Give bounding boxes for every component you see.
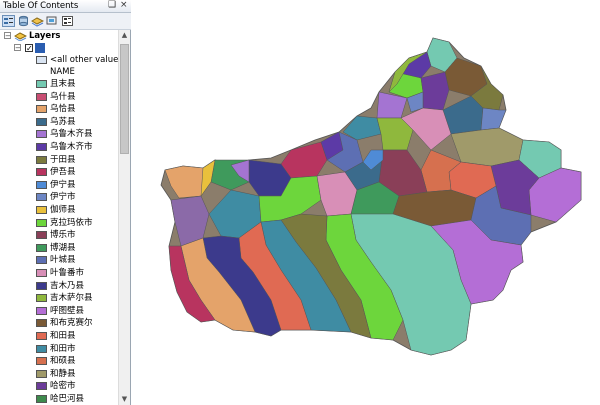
legend-label: 和硕县	[50, 356, 76, 367]
legend-label: 和布克赛尔	[50, 318, 93, 329]
legend-swatch[interactable]	[36, 105, 47, 114]
legend-label: 乌恰县	[50, 104, 76, 115]
list-by-drawing-order-icon[interactable]	[2, 15, 15, 27]
list-by-source-icon[interactable]	[17, 15, 30, 27]
collapse-icon[interactable]: −	[14, 44, 21, 52]
scroll-down-arrow-icon[interactable]: ▼	[120, 395, 129, 404]
legend-label: 乌什县	[50, 91, 76, 102]
legend-label: 和静县	[50, 368, 76, 379]
field-name: NAME	[50, 67, 75, 77]
legend-label: 哈密市	[50, 381, 76, 392]
toc-title-bar: Table Of Contents ❑ ×	[0, 0, 131, 13]
other-values-label: <all other values>	[50, 55, 118, 65]
legend-swatch[interactable]	[36, 130, 47, 139]
legend-label: 叶鲁番市	[50, 268, 85, 278]
legend-swatch[interactable]	[36, 369, 47, 378]
vertical-scrollbar[interactable]: ▲ ▼	[118, 30, 130, 405]
legend-swatch[interactable]	[36, 344, 47, 353]
layer-name[interactable]	[35, 43, 45, 53]
scroll-up-arrow-icon[interactable]: ▲	[120, 31, 129, 40]
legend-swatch[interactable]	[36, 281, 47, 290]
collapse-icon[interactable]: −	[4, 32, 11, 40]
legend-label: 吉木萨尔县	[50, 293, 93, 304]
legend-label: 和田市	[50, 343, 76, 354]
legend-label: 博乐市	[50, 230, 76, 241]
table-of-contents-panel: Table Of Contents ❑ × − Layers − ✓ <all …	[0, 0, 131, 405]
legend-label: 克拉玛依市	[50, 217, 93, 228]
legend-label: 博湖县	[50, 242, 76, 253]
legend-swatch[interactable]	[36, 117, 47, 126]
legend-swatch[interactable]	[36, 180, 47, 189]
legend-label: 哈巴河县	[50, 394, 85, 404]
legend-label: 呼图壁县	[50, 305, 85, 316]
county-region[interactable]	[450, 127, 524, 167]
other-values-swatch[interactable]	[36, 56, 47, 64]
legend-swatch[interactable]	[36, 206, 47, 214]
legend-swatch[interactable]	[36, 306, 47, 315]
scroll-thumb[interactable]	[120, 44, 129, 154]
county-region[interactable]	[480, 107, 507, 131]
layer-visibility-checkbox[interactable]: ✓	[25, 44, 33, 53]
legend-label: 乌鲁木齐县	[50, 129, 93, 140]
legend-swatch[interactable]	[36, 332, 47, 340]
layers-icon	[14, 32, 27, 41]
legend-swatch[interactable]	[36, 231, 47, 240]
legend-label: 且末县	[50, 79, 76, 89]
toc-toolbar	[0, 13, 131, 30]
legend-label: 伊宁县	[50, 179, 76, 190]
legend-swatch[interactable]	[36, 168, 47, 177]
legend-swatch[interactable]	[36, 243, 47, 252]
map-view[interactable]	[131, 0, 600, 405]
county-region[interactable]	[420, 71, 450, 111]
legend-label: 伽师县	[50, 205, 76, 215]
layer-tree: − Layers − ✓ <all other values> NAME 且末县…	[0, 30, 118, 405]
pin-icon[interactable]: ❑	[108, 0, 116, 10]
legend-label: 伊宁市	[50, 192, 76, 203]
legend-swatch[interactable]	[36, 256, 47, 265]
legend-label: 于田县	[50, 154, 76, 165]
legend-swatch[interactable]	[36, 193, 47, 202]
legend-swatch[interactable]	[36, 294, 47, 303]
legend-swatch[interactable]	[36, 395, 47, 403]
xinjiang-county-map[interactable]	[131, 0, 600, 405]
list-by-visibility-icon[interactable]	[31, 15, 44, 27]
options-icon[interactable]	[61, 15, 74, 27]
legend-label: 乌鲁木齐市	[50, 142, 93, 152]
legend-swatch[interactable]	[36, 382, 47, 391]
legend-label: 吉木乃县	[50, 280, 85, 291]
legend-label: 伊吾县	[50, 167, 76, 178]
legend-label: 和田县	[50, 331, 76, 341]
legend-swatch[interactable]	[36, 218, 47, 227]
legend-label: 乌苏县	[50, 116, 76, 127]
toc-title: Table Of Contents	[3, 1, 79, 11]
legend-label: 叶城县	[50, 255, 76, 266]
legend-swatch[interactable]	[36, 155, 47, 164]
legend-swatch[interactable]	[36, 143, 47, 151]
legend-swatch[interactable]	[36, 319, 47, 328]
legend-swatch[interactable]	[36, 357, 47, 366]
close-icon[interactable]: ×	[120, 0, 128, 10]
data-frame-label: Layers	[29, 31, 61, 41]
legend-swatch[interactable]	[36, 269, 47, 277]
list-by-selection-icon[interactable]	[45, 15, 58, 27]
legend-swatch[interactable]	[36, 92, 47, 101]
legend-swatch[interactable]	[36, 80, 47, 88]
